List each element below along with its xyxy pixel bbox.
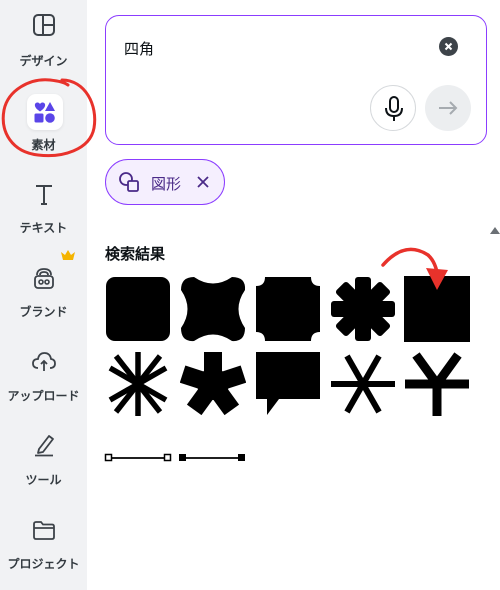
sidebar-item-brand[interactable]: ブランド — [0, 248, 87, 328]
elements-icon — [34, 102, 55, 123]
sidebar-item-label: アップロード — [7, 389, 80, 403]
clear-search-button[interactable] — [439, 37, 458, 56]
crown-icon — [61, 250, 75, 260]
sidebar-item-tools[interactable]: ツール — [0, 415, 87, 495]
shape-scalloped-square[interactable] — [180, 276, 246, 342]
filter-chip-label: 図形 — [151, 175, 182, 193]
shape-chunky-star[interactable] — [180, 351, 246, 417]
shape-asterisk-flower[interactable] — [330, 276, 396, 342]
sidebar-item-elements[interactable]: 素材 — [0, 82, 87, 162]
shape-thin-asterisk[interactable] — [105, 351, 171, 417]
sidebar-item-upload[interactable]: アップロード — [0, 332, 87, 412]
submit-search-button[interactable] — [425, 85, 471, 131]
scroll-up-icon[interactable] — [490, 224, 500, 236]
sidebar-item-projects[interactable]: プロジェクト — [0, 500, 87, 580]
remove-filter-icon[interactable] — [194, 173, 212, 191]
sidebar-item-label: ツール — [25, 473, 62, 487]
arrow-right-icon — [439, 101, 458, 115]
shape-y-star[interactable] — [404, 351, 470, 417]
filter-chip-shapes[interactable]: 図形 — [105, 159, 225, 205]
close-icon — [444, 42, 453, 51]
line-open-square-ends[interactable] — [104, 448, 172, 468]
line-filled-square-ends[interactable] — [178, 448, 246, 468]
brand-icon — [34, 268, 54, 289]
sidebar-item-text[interactable]: テキスト — [0, 165, 87, 245]
shape-six-spoke-asterisk[interactable] — [330, 351, 396, 417]
folder-icon — [33, 521, 55, 540]
voice-search-button[interactable] — [370, 85, 416, 131]
sidebar-item-design[interactable]: デザイン — [0, 0, 87, 80]
sidebar-item-label: 素材 — [31, 138, 56, 152]
search-input[interactable]: 四角 — [124, 38, 154, 59]
shape-notched-square[interactable] — [255, 276, 321, 342]
template-icon — [33, 14, 55, 36]
draw-tool-icon — [35, 435, 54, 457]
text-icon — [36, 185, 52, 205]
microphone-icon — [385, 96, 403, 121]
sidebar-item-label: デザイン — [19, 54, 68, 68]
shape-square[interactable] — [404, 276, 470, 342]
sidebar-item-label: テキスト — [19, 221, 68, 235]
results-heading: 検索結果 — [105, 245, 166, 263]
shape-rounded-square[interactable] — [105, 276, 171, 342]
sidebar-item-label: プロジェクト — [7, 557, 80, 571]
upload-cloud-icon — [32, 352, 56, 371]
search-box[interactable]: 四角 — [105, 15, 487, 145]
sidebar-item-label: ブランド — [19, 305, 68, 319]
shape-speech-bubble[interactable] — [255, 351, 321, 417]
shapes-icon — [119, 172, 139, 192]
sidebar: デザイン 素材 テキスト ブランド アップロード ツール プロジェクト — [0, 0, 87, 590]
